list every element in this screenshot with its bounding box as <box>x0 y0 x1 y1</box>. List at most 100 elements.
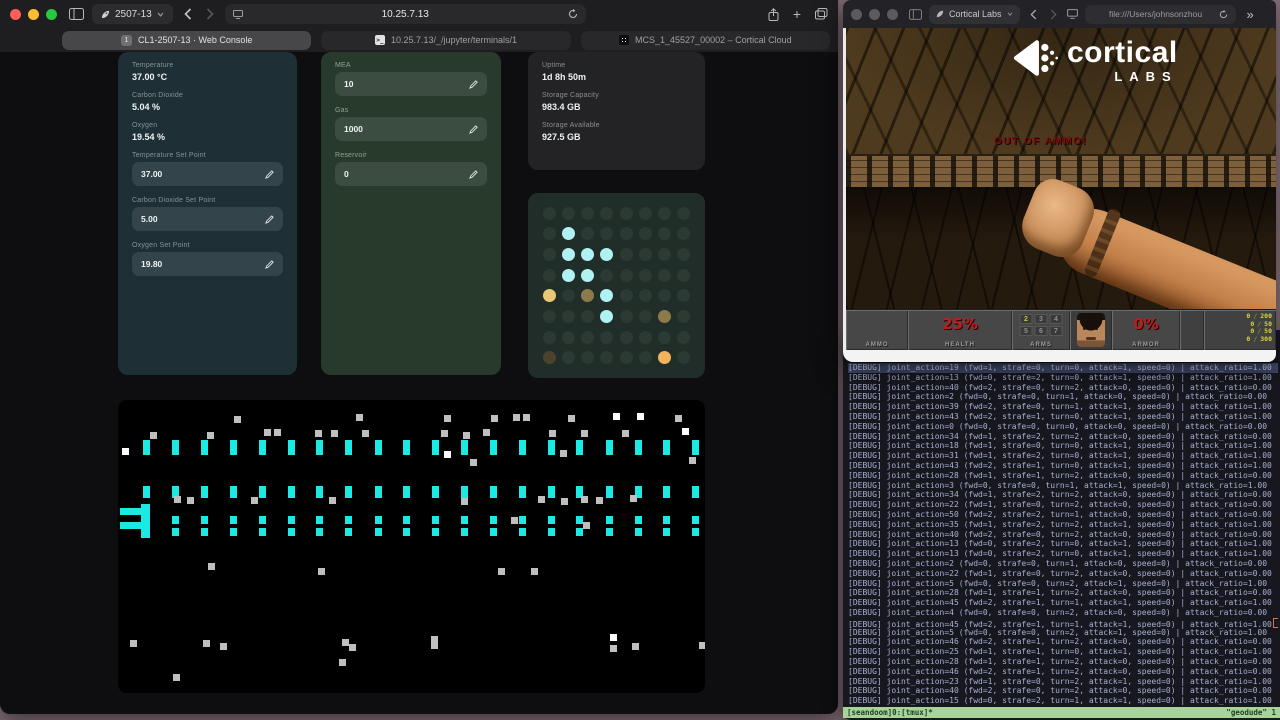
spike-mark <box>141 504 151 539</box>
terminal-line: [DEBUG] joint_action=40 (fwd=2, strafe=0… <box>848 686 1272 696</box>
back-button[interactable] <box>1027 9 1040 20</box>
page-icon <box>232 9 243 19</box>
tab-jupyter-terminal[interactable]: >_ 10.25.7.13/_/jupyter/terminals/1 <box>321 30 571 50</box>
temperature-set-point-input[interactable]: 37.00 <box>132 162 283 186</box>
noise-mark <box>610 633 618 641</box>
window-controls <box>10 8 57 20</box>
spike-mark <box>490 528 498 537</box>
sidebar-toggle-icon[interactable] <box>909 8 922 20</box>
spike-mark <box>663 515 671 524</box>
field-label: Gas <box>335 107 349 114</box>
address-bar[interactable]: file:///Users/johnsonzhou <box>1084 4 1236 24</box>
electrode-dot <box>581 351 595 365</box>
back-button[interactable] <box>181 8 195 20</box>
electrode-dot <box>638 289 652 303</box>
terminal-line: [DEBUG] joint_action=22 (fwd=1, strafe=0… <box>848 568 1272 578</box>
electrode-dot <box>619 268 633 282</box>
more-toolbar-items[interactable]: » <box>1247 7 1254 22</box>
reload-icon[interactable] <box>1219 9 1228 19</box>
field-value: 5.00 <box>141 214 158 224</box>
hud-divider-blocks <box>1180 310 1204 350</box>
spike-mark <box>692 439 700 455</box>
new-tab-icon[interactable]: + <box>793 6 801 22</box>
info-value: 983.4 GB <box>542 102 581 112</box>
tmux-window-label: "geodude" 1 <box>1226 708 1276 717</box>
terminal-line: [DEBUG] joint_action=39 (fwd=2, strafe=0… <box>848 402 1272 412</box>
doom-game-view[interactable]: cortical LABS OUT OF AMMO! AMMO 25% HEAL… <box>843 28 1276 350</box>
electrode-dot <box>638 351 652 365</box>
spike-mark <box>547 486 555 499</box>
electrode-dot <box>562 330 576 344</box>
electrode-dot <box>543 351 557 365</box>
tab-label: CL1-2507-13 · Web Console <box>137 35 253 45</box>
oxygen-set-point-input[interactable]: 19.80 <box>132 252 283 276</box>
close-window-button[interactable] <box>10 8 21 20</box>
spike-mark <box>287 439 295 455</box>
edit-pencil-icon[interactable] <box>265 169 274 179</box>
zoom-window-button[interactable] <box>46 8 57 20</box>
hud-health-section: 25% HEALTH <box>908 310 1012 350</box>
forward-button[interactable] <box>203 8 217 20</box>
electrode-dot <box>657 309 671 323</box>
minimize-window-button[interactable] <box>869 8 880 20</box>
cortical-labs-logo: cortical LABS <box>1012 38 1178 84</box>
spike-mark <box>258 486 266 499</box>
electrode-dot <box>600 330 614 344</box>
minimize-window-button[interactable] <box>28 8 39 20</box>
zoom-window-button[interactable] <box>887 8 898 20</box>
close-window-button[interactable] <box>851 8 862 20</box>
noise-mark <box>490 415 498 423</box>
mea-group: MEA 10 <box>335 62 487 96</box>
rocket-icon <box>936 10 944 18</box>
edit-pencil-icon[interactable] <box>469 79 478 89</box>
tab-web-console[interactable]: 1 CL1-2507-13 · Web Console <box>62 30 312 50</box>
noise-mark <box>356 414 364 422</box>
noise-mark <box>187 497 195 505</box>
co2-set-point-input[interactable]: 5.00 <box>132 207 283 231</box>
edit-pencil-icon[interactable] <box>265 214 274 224</box>
tab-overview-icon[interactable] <box>815 8 828 20</box>
terminal-line: [DEBUG] joint_action=46 (fwd=2, strafe=1… <box>848 666 1272 676</box>
edit-pencil-icon[interactable] <box>469 169 478 179</box>
field-value: 19.80 <box>141 259 163 269</box>
terminal-output[interactable]: [DEBUG] joint_action=19 (fwd=1, strafe=0… <box>848 363 1278 706</box>
info-value: 1d 8h 50m <box>542 72 587 82</box>
noise-mark <box>688 457 696 465</box>
electrode-dot <box>562 206 576 220</box>
edit-pencil-icon[interactable] <box>469 124 478 134</box>
spike-mark <box>605 515 613 524</box>
electrode-dot <box>619 330 633 344</box>
noise-mark <box>207 431 215 439</box>
electrode-grid-panel <box>528 193 705 378</box>
electrode-dot <box>562 351 576 365</box>
spike-mark <box>460 528 468 537</box>
spike-mark <box>345 515 353 524</box>
profile-switcher[interactable]: Cortical Labs <box>929 4 1020 24</box>
electrode-dot <box>562 248 576 262</box>
dashboard-content: Temperature 37.00 °C Carbon Dioxide 5.04… <box>0 52 838 710</box>
electrode-dot <box>581 206 595 220</box>
reservoir-input[interactable]: 0 <box>335 162 487 186</box>
system-info-panel: Uptime 1d 8h 50m Storage Capacity 983.4 … <box>528 52 705 170</box>
spike-mark <box>663 486 671 499</box>
address-bar[interactable]: 10.25.7.13 <box>224 4 586 24</box>
edit-pencil-icon[interactable] <box>265 259 274 269</box>
electrode-dot <box>657 268 671 282</box>
electrode-dot <box>638 268 652 282</box>
profile-switcher[interactable]: 2507-13 <box>92 4 173 24</box>
electrode-dot <box>619 351 633 365</box>
gas-input[interactable]: 1000 <box>335 117 487 141</box>
noise-mark <box>130 639 138 647</box>
forward-button[interactable] <box>1047 9 1060 20</box>
logo-word: cortical <box>1067 36 1178 69</box>
reload-icon[interactable] <box>568 9 578 19</box>
electrode-dot <box>581 289 595 303</box>
noise-mark <box>548 429 556 437</box>
arms-slot: 4 <box>1049 314 1063 324</box>
noise-mark <box>632 643 640 651</box>
share-icon[interactable] <box>768 7 779 21</box>
noise-mark <box>498 567 506 575</box>
mea-input[interactable]: 10 <box>335 72 487 96</box>
sidebar-toggle-icon[interactable] <box>69 8 84 20</box>
tab-cortical-cloud[interactable]: MCS_1_45527_00002 – Cortical Cloud <box>580 30 830 50</box>
